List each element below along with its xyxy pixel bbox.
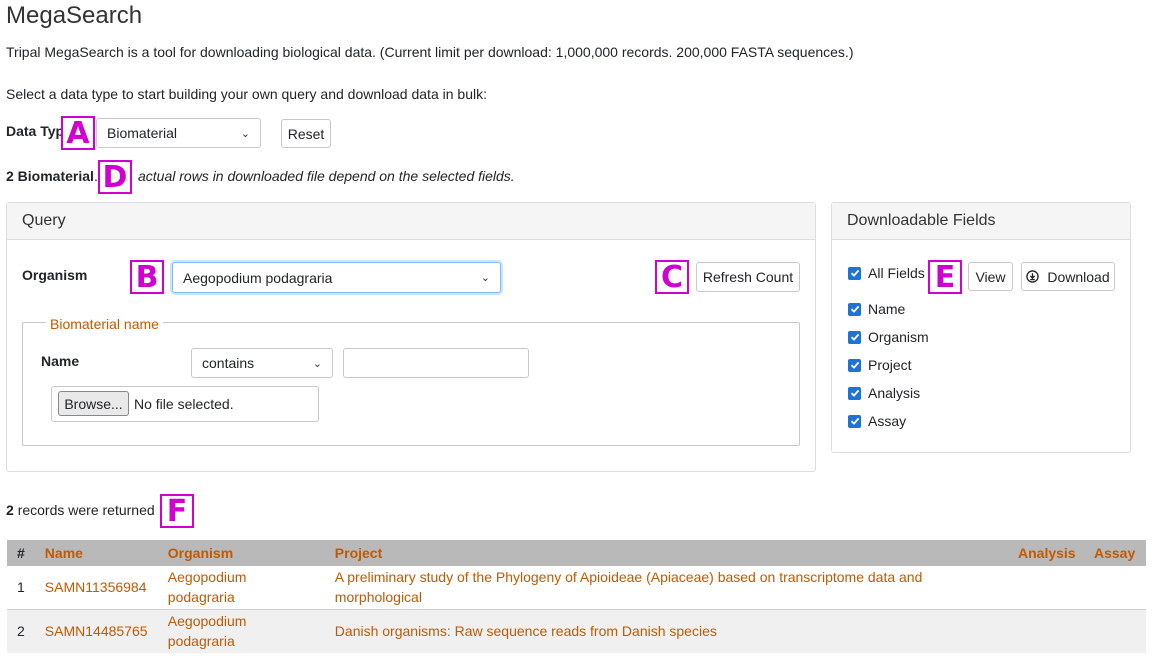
- column-header-name[interactable]: Name: [34, 540, 158, 566]
- marker-d: D: [98, 160, 132, 195]
- results-table: # Name Organism Project Analysis Assay 1…: [7, 540, 1146, 653]
- marker-a: A: [61, 116, 95, 151]
- row-project-link[interactable]: A preliminary study of the Phylogeny of …: [324, 566, 1008, 610]
- data-type-selected: Biomaterial: [107, 125, 178, 141]
- row-assay: [1086, 566, 1146, 610]
- checkbox-checked-icon: [848, 414, 861, 428]
- field-label: Organism: [868, 329, 929, 345]
- column-header-organism[interactable]: Organism: [157, 540, 325, 566]
- field-checkbox-organism[interactable]: Organism: [848, 329, 929, 345]
- table-row: 2 SAMN14485765 Aegopodium podagraria Dan…: [7, 609, 1146, 653]
- marker-e: E: [928, 260, 962, 295]
- checkbox-checked-icon: [848, 358, 861, 372]
- row-number: 2: [7, 609, 35, 653]
- biomaterial-name-fieldset: [22, 322, 800, 446]
- count-bold: 2 Biomaterial: [6, 168, 94, 184]
- organism-select[interactable]: Aegopodium podagraria ⌄: [172, 262, 501, 293]
- download-icon: [1026, 270, 1040, 283]
- row-organism-link[interactable]: Aegopodium podagraria: [157, 609, 325, 653]
- organism-selected: Aegopodium podagraria: [183, 269, 333, 286]
- checkbox-checked-icon: [848, 266, 861, 280]
- table-header-row: # Name Organism Project Analysis Assay: [7, 540, 1146, 566]
- downloadable-fields-panel: Downloadable Fields All Fields Name Orga…: [831, 202, 1131, 453]
- row-assay: [1086, 609, 1146, 653]
- field-checkbox-name[interactable]: Name: [848, 301, 905, 317]
- browse-button[interactable]: Browse...: [58, 391, 129, 416]
- count-note: actual rows in downloaded file depend on…: [138, 168, 515, 184]
- checkbox-checked-icon: [848, 330, 861, 344]
- field-label: Project: [868, 357, 912, 373]
- table-row: 1 SAMN11356984 Aegopodium podagraria A p…: [7, 566, 1146, 610]
- view-button[interactable]: View: [968, 262, 1013, 291]
- refresh-count-button[interactable]: Refresh Count: [696, 262, 800, 292]
- chevron-down-icon: ⌄: [480, 272, 490, 284]
- row-name-link[interactable]: SAMN14485765: [34, 609, 158, 653]
- operator-select[interactable]: contains ⌄: [191, 348, 333, 378]
- row-number: 1: [7, 566, 35, 610]
- query-panel-title: Query: [7, 203, 815, 240]
- name-input[interactable]: [343, 348, 529, 378]
- field-checkbox-assay[interactable]: Assay: [848, 413, 906, 429]
- records-text: records were returned: [17, 502, 155, 518]
- operator-selected: contains: [202, 355, 255, 371]
- column-header-number: #: [7, 540, 35, 566]
- marker-c: C: [655, 260, 689, 295]
- download-label: Download: [1047, 268, 1110, 285]
- page-title: MegaSearch: [6, 2, 143, 29]
- reset-button[interactable]: Reset: [281, 119, 331, 148]
- download-button[interactable]: Download: [1021, 262, 1115, 291]
- field-label: Analysis: [868, 385, 921, 401]
- row-name-link[interactable]: SAMN11356984: [34, 566, 158, 610]
- organism-label: Organism: [22, 267, 88, 283]
- records-summary: 2 records were returned: [6, 502, 155, 518]
- all-fields-label: All Fields: [868, 265, 925, 281]
- row-project-link[interactable]: Danish organisms: Raw sequence reads fro…: [324, 609, 1008, 653]
- row-organism-link[interactable]: Aegopodium podagraria: [157, 566, 325, 610]
- data-type-select[interactable]: Biomaterial ⌄: [96, 118, 261, 148]
- field-checkbox-project[interactable]: Project: [848, 357, 912, 373]
- column-header-assay[interactable]: Assay: [1086, 540, 1146, 566]
- column-header-project[interactable]: Project: [324, 540, 1008, 566]
- all-fields-checkbox[interactable]: All Fields: [848, 265, 925, 281]
- field-label: Assay: [868, 413, 907, 429]
- page-description: Tripal MegaSearch is a tool for download…: [6, 44, 854, 60]
- checkbox-checked-icon: [848, 302, 861, 316]
- file-status: No file selected.: [134, 396, 234, 412]
- field-checkbox-analysis[interactable]: Analysis: [848, 385, 920, 401]
- marker-f: F: [160, 494, 194, 529]
- column-header-analysis[interactable]: Analysis: [1008, 540, 1086, 566]
- select-prompt: Select a data type to start building you…: [6, 86, 487, 102]
- field-label: Name: [868, 301, 906, 317]
- row-analysis: [1008, 609, 1086, 653]
- name-label: Name: [41, 353, 80, 369]
- chevron-down-icon: ⌄: [240, 127, 250, 140]
- chevron-down-icon: ⌄: [312, 357, 322, 370]
- row-analysis: [1008, 566, 1086, 610]
- count-summary: 2 Biomaterial.: [6, 168, 98, 184]
- records-count: 2: [6, 502, 14, 518]
- checkbox-checked-icon: [848, 386, 861, 400]
- marker-b: B: [130, 260, 164, 295]
- fields-panel-title: Downloadable Fields: [832, 203, 1130, 240]
- fieldset-legend: Biomaterial name: [46, 316, 163, 332]
